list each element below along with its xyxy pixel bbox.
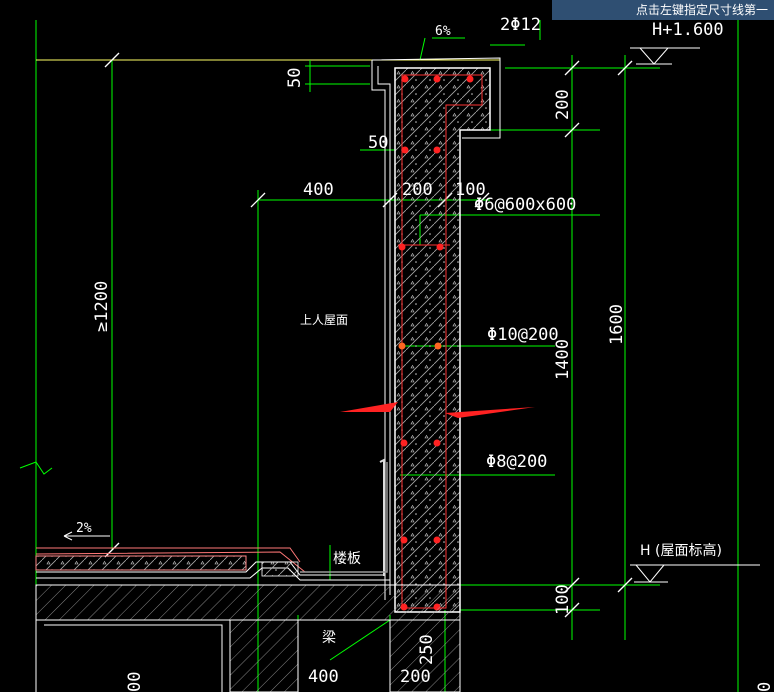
dim-200-bottom: 200: [400, 667, 431, 687]
dim-right-200: 200: [553, 89, 573, 120]
rebar-horizontal-label: Φ8@200: [486, 452, 547, 472]
slab-label: 楼板: [333, 551, 361, 567]
cad-drawing-canvas[interactable]: 6% 2Φ12 H+1.600 50 50 400 200 100 Φ6@600…: [0, 0, 774, 692]
status-hint-bar: 点击左键指定尺寸线第一: [552, 0, 774, 20]
dim-250: 250: [417, 634, 437, 665]
dim-right-100: 100: [553, 584, 573, 615]
rebar-top-label: 2Φ12: [500, 15, 541, 35]
dim-50-a: 50: [285, 68, 305, 88]
level-top-label: H+1.600: [652, 20, 724, 40]
dim-00-left: 00: [125, 672, 145, 692]
parapet-section-drawing: 6% 2Φ12 H+1.600 50 50 400 200 100 Φ6@600…: [19, 15, 774, 692]
level-marker-roof: [630, 564, 760, 583]
beam-label: 梁: [322, 630, 336, 646]
dim-400-bottom: 400: [308, 667, 339, 687]
dim-400-top: 400: [303, 180, 334, 200]
stirrup-label: Φ6@600x600: [474, 195, 576, 215]
dim-200-top: 200: [402, 180, 433, 200]
level-roof-label: H (屋面标高): [640, 542, 722, 559]
level-marker-top: [630, 47, 700, 65]
min-height-label: ≥1200: [92, 281, 112, 332]
parapet-concrete: [371, 57, 501, 613]
rebar-vertical-label: Φ10@200: [487, 325, 559, 345]
dim-0-right: 0: [755, 682, 774, 692]
dim-right-1400: 1400: [553, 339, 573, 380]
roof-name-label: 上人屋面: [300, 313, 348, 327]
roof-slab: [35, 584, 461, 692]
slope-roof-label: 2%: [76, 521, 92, 536]
dim-right-1600: 1600: [607, 304, 627, 345]
slope-top-label: 6%: [435, 24, 451, 39]
dim-50-b: 50: [368, 133, 388, 153]
